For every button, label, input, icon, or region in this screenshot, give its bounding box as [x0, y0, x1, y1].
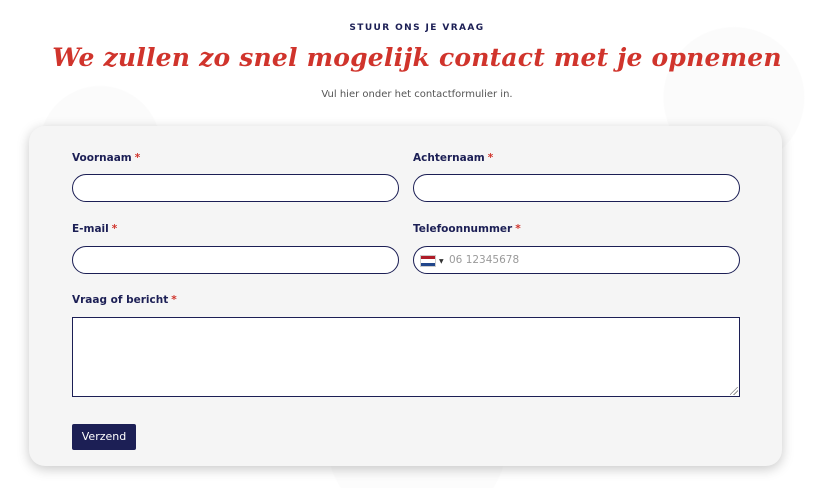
page-title: We zullen zo snel mogelijk contact met j… [52, 43, 782, 72]
email-input[interactable] [72, 246, 399, 274]
first-name-label: Voornaam * [72, 152, 140, 164]
netherlands-flag-icon [420, 255, 436, 267]
submit-button[interactable]: Verzend [72, 424, 136, 450]
email-label: E-mail * [72, 223, 117, 235]
required-marker: * [487, 152, 494, 164]
section-subtitle: Vul hier onder het contactformulier in. [321, 89, 513, 100]
email-label-text: E-mail [72, 223, 109, 235]
resize-handle-icon[interactable] [730, 387, 738, 395]
required-marker: * [171, 294, 177, 306]
message-label-text: Vraag of bericht [72, 294, 169, 306]
last-name-label: Achternaam * [413, 152, 493, 164]
contact-form-card: Voornaam * Achternaam * E-mail * Telefoonnu… [29, 126, 782, 466]
message-label: Vraag of bericht * [72, 294, 177, 306]
required-marker: * [134, 152, 141, 164]
phone-input[interactable]: ▼ 06 12345678 [413, 246, 740, 274]
phone-placeholder: 06 12345678 [449, 254, 520, 266]
last-name-input[interactable] [413, 174, 740, 202]
required-marker: * [515, 223, 521, 235]
last-name-label-text: Achternaam [413, 152, 485, 164]
country-code-dropdown[interactable]: ▼ [420, 255, 444, 267]
message-textarea[interactable] [72, 317, 740, 397]
first-name-label-text: Voornaam [72, 152, 132, 164]
required-marker: * [111, 223, 118, 235]
phone-label-text: Telefoonnummer [413, 223, 513, 235]
phone-label: Telefoonnummer * [413, 223, 521, 235]
section-eyebrow: STUUR ONS JE VRAAG [349, 23, 485, 33]
chevron-down-icon: ▼ [439, 257, 444, 265]
first-name-input[interactable] [72, 174, 399, 202]
